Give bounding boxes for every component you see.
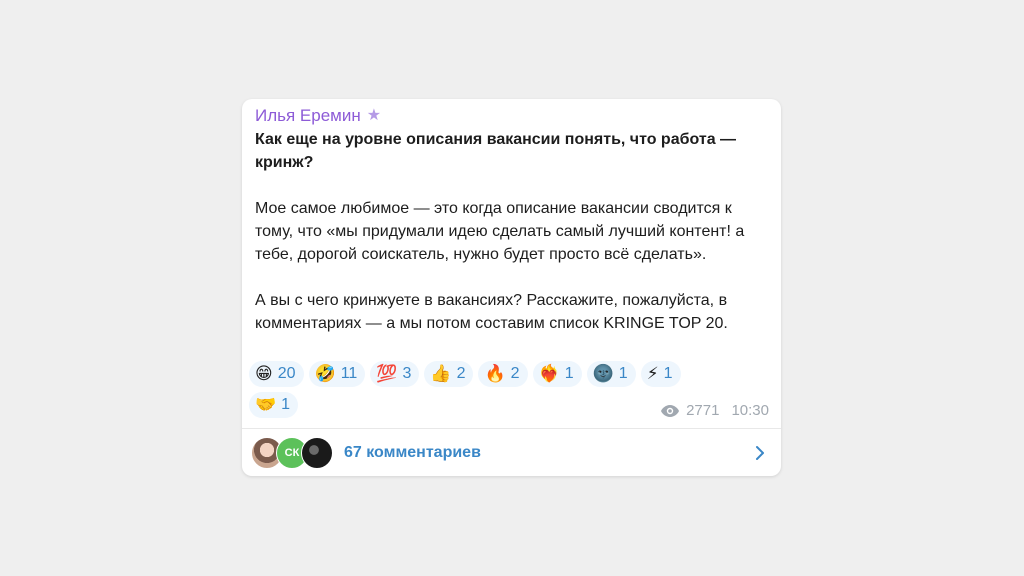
reaction-count: 20 — [277, 365, 296, 382]
heart-on-fire-icon: ❤️‍🔥 — [538, 363, 560, 384]
post-time: 10:30 — [731, 402, 769, 419]
chevron-right-icon[interactable] — [755, 445, 765, 461]
reaction-count: 1 — [564, 365, 574, 382]
eye-icon — [661, 404, 680, 417]
post-author[interactable]: Илья Еремин ★ — [255, 105, 381, 127]
lightning-icon: ⚡ — [646, 363, 659, 384]
reaction-grinning[interactable]: 😁 20 — [249, 361, 304, 387]
comments-count-label[interactable]: 67 комментариев — [344, 444, 481, 462]
reaction-hundred[interactable]: 💯 3 — [370, 361, 420, 387]
rofl-face-icon: 🤣 — [314, 363, 336, 384]
fire-icon: 🔥 — [484, 363, 506, 384]
reaction-count: 3 — [402, 365, 412, 382]
post-meta: 2771 10:30 — [660, 402, 769, 419]
post-card: Илья Еремин ★ Как еще на уровне описания… — [242, 99, 781, 476]
grinning-face-icon: 😁 — [255, 363, 273, 384]
star-icon: ★ — [366, 107, 382, 124]
reaction-heart-on-fire[interactable]: ❤️‍🔥 1 — [532, 361, 582, 387]
post-text: Как еще на уровне описания вакансии поня… — [255, 128, 767, 335]
reactions-bar: 😁 20 🤣 11 💯 3 👍 2 🔥 2 ❤️‍🔥 1 🌚 1 ⚡ — [249, 361, 729, 418]
post-paragraph-2: А вы с чего кринжуете в вакансиях? Расск… — [255, 292, 728, 332]
commenter-avatars: СК — [251, 436, 333, 469]
post-paragraph-1: Мое самое любимое — это когда описание в… — [255, 200, 745, 263]
reaction-count: 1 — [281, 396, 291, 413]
reaction-fire[interactable]: 🔥 2 — [478, 361, 528, 387]
hundred-points-icon: 💯 — [376, 363, 398, 384]
reaction-count: 1 — [618, 365, 628, 382]
reaction-count: 11 — [340, 365, 358, 382]
reaction-thumbs-up[interactable]: 👍 2 — [424, 361, 474, 387]
reaction-count: 2 — [456, 365, 466, 382]
comments-button[interactable]: СК 67 комментариев — [242, 429, 781, 476]
handshake-icon: 🤝 — [255, 394, 277, 415]
author-name[interactable]: Илья Еремин — [255, 106, 361, 126]
reaction-handshake[interactable]: 🤝 1 — [249, 392, 299, 418]
avatar — [301, 436, 333, 469]
post-title: Как еще на уровне описания вакансии поня… — [255, 131, 737, 171]
reaction-count: 2 — [510, 365, 520, 382]
reaction-new-moon-face[interactable]: 🌚 1 — [586, 361, 636, 387]
new-moon-face-icon: 🌚 — [592, 363, 614, 384]
thumbs-up-icon: 👍 — [430, 363, 452, 384]
view-count: 2771 — [686, 402, 720, 419]
reaction-count: 1 — [663, 365, 673, 382]
reaction-rofl[interactable]: 🤣 11 — [308, 361, 366, 387]
reaction-lightning[interactable]: ⚡ 1 — [640, 361, 681, 387]
